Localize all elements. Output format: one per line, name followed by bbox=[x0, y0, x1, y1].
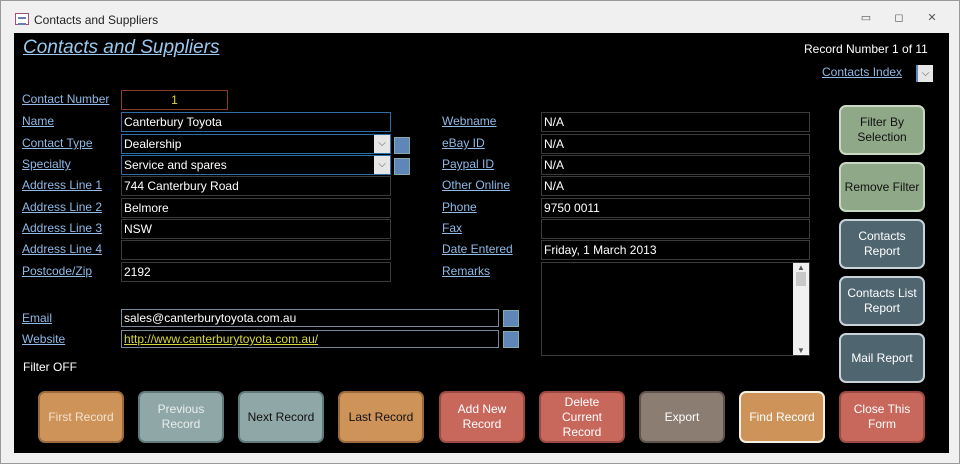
label-fax: Fax bbox=[442, 221, 463, 235]
send-email-button[interactable] bbox=[503, 310, 519, 327]
record-number: Record Number 1 of 11 bbox=[804, 42, 928, 56]
contact-type-value: Dealership bbox=[124, 137, 182, 151]
add-new-record-button[interactable]: Add New Record bbox=[439, 391, 525, 443]
address-1-field[interactable]: 744 Canterbury Road bbox=[121, 176, 391, 196]
fax-field[interactable] bbox=[541, 219, 810, 239]
label-name: Name bbox=[22, 114, 55, 128]
contacts-index-dropdown[interactable]: ⌵ bbox=[916, 65, 933, 82]
label-contact-number: Contact Number bbox=[22, 92, 110, 106]
label-email: Email bbox=[22, 311, 53, 325]
previous-record-button[interactable]: Previous Record bbox=[138, 391, 224, 443]
filter-by-selection-button[interactable]: Filter By Selection bbox=[839, 105, 925, 155]
last-record-button[interactable]: Last Record bbox=[338, 391, 424, 443]
name-field[interactable]: Canterbury Toyota bbox=[121, 112, 391, 132]
delete-record-button[interactable]: Delete Current Record bbox=[539, 391, 625, 443]
date-entered-field[interactable]: Friday, 1 March 2013 bbox=[541, 240, 810, 260]
label-date-entered: Date Entered bbox=[442, 242, 513, 256]
restore-button[interactable]: ◻ bbox=[891, 11, 907, 24]
email-field[interactable]: sales@canterburytoyota.com.au bbox=[121, 309, 499, 327]
phone-field[interactable]: 9750 0011 bbox=[541, 198, 810, 218]
label-phone: Phone bbox=[442, 200, 477, 214]
specialty-combo[interactable]: Service and spares ⌵ bbox=[121, 155, 391, 175]
close-form-button[interactable]: Close This Form bbox=[839, 391, 925, 443]
remarks-field[interactable]: ▲ ▼ bbox=[541, 262, 810, 356]
label-specialty: Specialty bbox=[22, 157, 71, 171]
website-field[interactable]: http://www.canterburytoyota.com.au/ bbox=[121, 330, 499, 348]
export-button[interactable]: Export bbox=[639, 391, 725, 443]
filter-status: Filter OFF bbox=[23, 360, 77, 374]
remarks-scrollbar[interactable]: ▲ ▼ bbox=[793, 263, 809, 355]
minimize-button[interactable]: ▭ bbox=[858, 11, 874, 24]
address-3-field[interactable]: NSW bbox=[121, 219, 391, 239]
specialty-value: Service and spares bbox=[124, 158, 227, 172]
title-bar: Contacts and Suppliers ▭ ◻ ✕ bbox=[1, 1, 959, 33]
webname-field[interactable]: N/A bbox=[541, 112, 810, 132]
label-contact-type: Contact Type bbox=[22, 136, 93, 150]
label-ebay-id: eBay ID bbox=[442, 136, 485, 150]
first-record-button[interactable]: First Record bbox=[38, 391, 124, 443]
label-remarks: Remarks bbox=[442, 264, 491, 278]
address-4-field[interactable] bbox=[121, 240, 391, 260]
close-window-button[interactable]: ✕ bbox=[924, 11, 940, 24]
paypal-id-field[interactable]: N/A bbox=[541, 155, 810, 175]
contact-type-edit-button[interactable] bbox=[394, 137, 410, 154]
label-website: Website bbox=[22, 332, 66, 346]
label-address-3: Address Line 3 bbox=[22, 221, 103, 235]
remove-filter-button[interactable]: Remove Filter bbox=[839, 162, 925, 212]
find-record-button[interactable]: Find Record bbox=[739, 391, 825, 443]
label-other-online: Other Online bbox=[442, 178, 511, 192]
label-paypal-id: Paypal ID bbox=[442, 157, 495, 171]
label-address-2: Address Line 2 bbox=[22, 200, 103, 214]
mail-report-button[interactable]: Mail Report bbox=[839, 333, 925, 383]
window-title: Contacts and Suppliers bbox=[34, 13, 159, 27]
open-website-button[interactable] bbox=[503, 331, 519, 348]
form-body: Contacts and Suppliers Record Number 1 o… bbox=[14, 33, 949, 453]
contacts-report-button[interactable]: Contacts Report bbox=[839, 219, 925, 269]
chevron-down-icon[interactable]: ⌵ bbox=[374, 135, 390, 153]
form-icon bbox=[15, 13, 29, 25]
other-online-field[interactable]: N/A bbox=[541, 176, 810, 196]
label-address-4: Address Line 4 bbox=[22, 242, 103, 256]
contacts-list-report-button[interactable]: Contacts List Report bbox=[839, 276, 925, 326]
next-record-button[interactable]: Next Record bbox=[238, 391, 324, 443]
specialty-edit-button[interactable] bbox=[394, 158, 410, 175]
page-title: Contacts and Suppliers bbox=[23, 37, 220, 58]
label-postcode: Postcode/Zip bbox=[22, 264, 93, 278]
ebay-id-field[interactable]: N/A bbox=[541, 134, 810, 154]
app-window: Contacts and Suppliers ▭ ◻ ✕ Contacts an… bbox=[0, 0, 960, 464]
address-2-field[interactable]: Belmore bbox=[121, 198, 391, 218]
label-webname: Webname bbox=[442, 114, 497, 128]
contact-type-combo[interactable]: Dealership ⌵ bbox=[121, 134, 391, 154]
chevron-down-icon[interactable]: ⌵ bbox=[374, 156, 390, 174]
contacts-index-label[interactable]: Contacts Index bbox=[822, 65, 902, 79]
label-address-1: Address Line 1 bbox=[22, 178, 103, 192]
postcode-field[interactable]: 2192 bbox=[121, 262, 391, 282]
contact-number-field[interactable]: 1 bbox=[121, 90, 228, 110]
